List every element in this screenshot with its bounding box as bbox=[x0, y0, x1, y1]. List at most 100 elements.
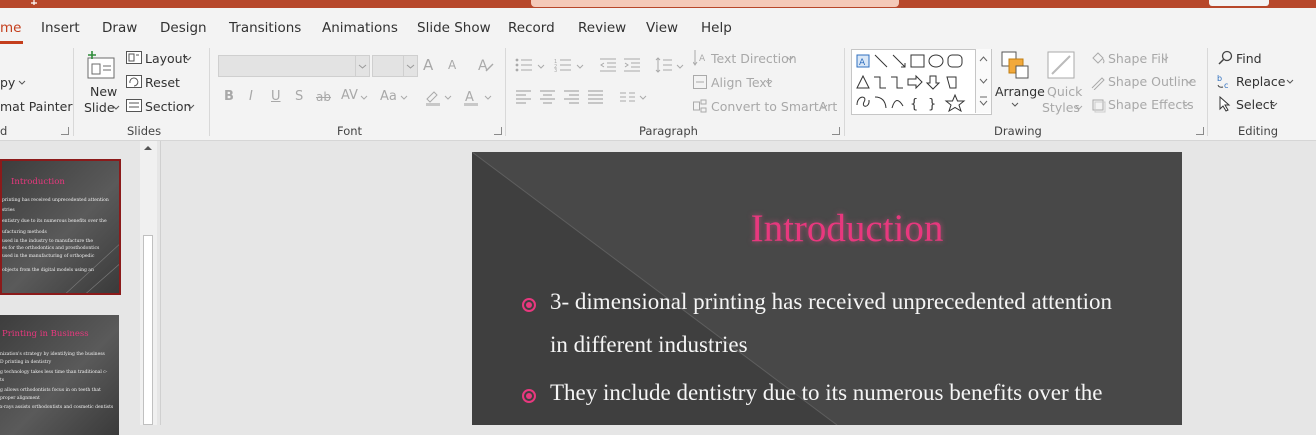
paragraph-launcher-icon[interactable] bbox=[832, 127, 840, 135]
new-slide-label-2[interactable]: Slide bbox=[84, 100, 115, 115]
scroll-up-icon[interactable] bbox=[143, 144, 153, 152]
scrollbar-thumb[interactable] bbox=[143, 235, 153, 425]
tab-transitions[interactable]: Transitions bbox=[229, 8, 301, 44]
chevron-down-icon bbox=[537, 64, 545, 69]
new-slide-label[interactable]: New bbox=[90, 84, 117, 99]
slide-title[interactable]: Introduction bbox=[472, 206, 1182, 251]
bullet-text[interactable]: They include dentistry due to its numero… bbox=[550, 380, 1103, 406]
layout-button[interactable]: Layout bbox=[145, 51, 188, 66]
font-size-combo[interactable] bbox=[372, 55, 418, 77]
group-label-clipboard: d bbox=[0, 124, 8, 138]
align-left-icon[interactable] bbox=[516, 90, 532, 104]
thumbnail-line: ts bbox=[0, 378, 5, 383]
account-area[interactable] bbox=[1209, 0, 1269, 6]
title-bar bbox=[0, 0, 1316, 8]
select-button[interactable]: Select bbox=[1236, 97, 1275, 112]
thumbnail-line: objects from the digital models using an bbox=[2, 268, 94, 273]
increase-indent-icon[interactable] bbox=[624, 58, 641, 72]
font-name-combo[interactable] bbox=[218, 55, 370, 77]
tab-insert[interactable]: Insert bbox=[41, 8, 80, 44]
bold-button[interactable]: B bbox=[224, 89, 234, 104]
thumbnail-line: g technology takes less time than tradit… bbox=[0, 370, 108, 375]
svg-text:b: b bbox=[1217, 74, 1222, 83]
section-button[interactable]: Section bbox=[145, 99, 191, 114]
find-button[interactable]: Find bbox=[1236, 51, 1262, 66]
slide-thumbnail-2[interactable]: Printing in Business nization's strategy… bbox=[0, 315, 119, 435]
arrange-button[interactable]: Arrange bbox=[995, 84, 1045, 99]
tab-draw[interactable]: Draw bbox=[102, 8, 137, 44]
font-color-icon[interactable]: A bbox=[462, 88, 480, 106]
text-direction-button[interactable]: Text Direction bbox=[711, 51, 797, 66]
shape-effects-button[interactable]: Shape Effects bbox=[1108, 97, 1194, 112]
align-text-button[interactable]: Align Text bbox=[711, 75, 772, 90]
shape-fill-button[interactable]: Shape Fill bbox=[1108, 51, 1168, 66]
bullets-icon[interactable] bbox=[515, 58, 533, 72]
line-spacing-icon[interactable] bbox=[655, 57, 673, 73]
format-painter-button[interactable]: mat Painter bbox=[0, 99, 72, 114]
clear-formatting-icon[interactable]: A bbox=[477, 56, 495, 74]
justify-icon[interactable] bbox=[588, 90, 604, 104]
thumbnail-scrollbar[interactable] bbox=[140, 141, 157, 425]
quick-styles-label[interactable]: Quick bbox=[1047, 84, 1082, 99]
chevron-down-icon bbox=[184, 56, 192, 61]
numbering-icon[interactable]: 123 bbox=[554, 58, 572, 72]
chevron-down-icon bbox=[406, 64, 415, 69]
tab-animations[interactable]: Animations bbox=[322, 8, 398, 44]
shapes-gallery[interactable]: A { } bbox=[851, 49, 992, 115]
tab-record[interactable]: Record bbox=[508, 8, 555, 44]
chevron-down-icon bbox=[444, 95, 452, 100]
character-spacing-button[interactable]: AV bbox=[341, 88, 358, 103]
chevron-down-icon bbox=[400, 95, 408, 100]
strikethrough-button[interactable]: ab bbox=[316, 90, 331, 104]
customize-quick-access-icon[interactable] bbox=[29, 0, 39, 6]
highlight-icon[interactable] bbox=[424, 88, 442, 106]
font-launcher-icon[interactable] bbox=[494, 127, 502, 135]
slide-thumbnail-1[interactable]: Introduction printing has received unpre… bbox=[0, 159, 121, 295]
columns-icon[interactable] bbox=[620, 92, 636, 102]
text-shadow-button[interactable]: S bbox=[295, 89, 303, 104]
separator bbox=[844, 48, 845, 136]
underline-button[interactable]: U bbox=[271, 89, 281, 104]
decrease-font-size-button[interactable]: A bbox=[448, 58, 456, 72]
convert-smartart-button[interactable]: Convert to SmartArt bbox=[711, 99, 837, 114]
chevron-down-icon bbox=[358, 64, 367, 69]
increase-font-size-button[interactable]: A bbox=[423, 56, 433, 74]
copy-button[interactable]: py bbox=[0, 75, 15, 90]
svg-text:3: 3 bbox=[554, 68, 557, 72]
group-label-paragraph: Paragraph bbox=[639, 124, 698, 138]
select-cursor-icon bbox=[1219, 96, 1231, 112]
chevron-down-icon bbox=[484, 95, 492, 100]
align-right-icon[interactable] bbox=[564, 90, 580, 104]
tab-home[interactable]: me bbox=[0, 8, 24, 44]
change-case-button[interactable]: Aa bbox=[380, 89, 397, 104]
decrease-indent-icon[interactable] bbox=[600, 58, 617, 72]
tab-design[interactable]: Design bbox=[160, 8, 207, 44]
new-slide-icon[interactable] bbox=[86, 50, 118, 80]
align-text-icon bbox=[693, 75, 707, 89]
slide-canvas[interactable]: Introduction 3- dimensional printing has… bbox=[472, 152, 1182, 425]
tab-help[interactable]: Help bbox=[701, 8, 732, 44]
tab-view[interactable]: View bbox=[646, 8, 678, 44]
search-box[interactable] bbox=[531, 0, 899, 7]
shape-fill-icon bbox=[1092, 52, 1105, 64]
replace-button[interactable]: Replace bbox=[1236, 74, 1285, 89]
chevron-down-icon bbox=[187, 104, 195, 109]
shape-outline-button[interactable]: Shape Outline bbox=[1108, 74, 1196, 89]
italic-button[interactable]: I bbox=[249, 89, 253, 104]
thumbnail-line: proper alignment bbox=[0, 396, 40, 401]
separator bbox=[505, 48, 506, 136]
bullet-text[interactable]: in different industries bbox=[550, 332, 748, 358]
chevron-down-icon bbox=[1011, 102, 1019, 107]
chevron-down-icon bbox=[112, 105, 120, 110]
ribbon-tabs: me Insert Draw Design Transitions Animat… bbox=[0, 8, 1316, 44]
bullet-text[interactable]: 3- dimensional printing has received unp… bbox=[550, 289, 1112, 315]
svg-text:A: A bbox=[699, 54, 706, 64]
reset-button[interactable]: Reset bbox=[145, 75, 180, 90]
align-center-icon[interactable] bbox=[540, 90, 556, 104]
tab-review[interactable]: Review bbox=[578, 8, 626, 44]
tab-slide-show[interactable]: Slide Show bbox=[417, 8, 491, 44]
svg-text:c: c bbox=[1224, 81, 1228, 89]
clipboard-launcher-icon[interactable] bbox=[61, 127, 69, 135]
shapes-gallery-scroller[interactable] bbox=[975, 49, 991, 113]
drawing-launcher-icon[interactable] bbox=[1196, 127, 1204, 135]
